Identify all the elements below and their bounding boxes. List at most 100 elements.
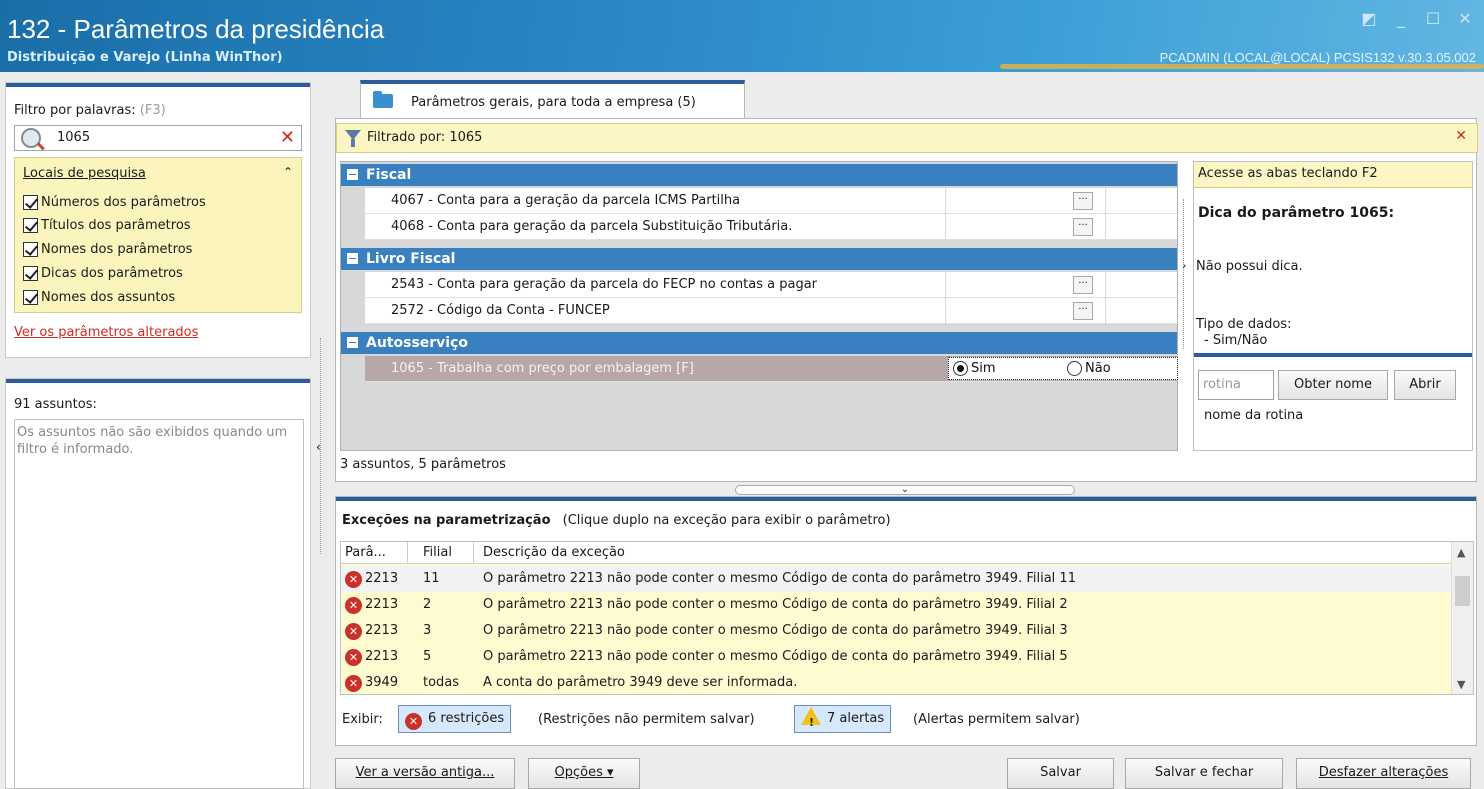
checkbox-dicas[interactable]: Dicas dos parâmetros — [23, 263, 183, 283]
ellipsis-button[interactable]: ··· — [1073, 192, 1093, 210]
table-row[interactable]: ✕ 2213 11 O parâmetro 2213 não pode cont… — [341, 566, 1451, 592]
filter-status-bar: Filtrado por: 1065 ✕ — [336, 123, 1478, 153]
table-row[interactable]: ✕ 2213 3 O parâmetro 2213 não pode conte… — [341, 618, 1451, 644]
search-value: 1065 — [57, 130, 91, 145]
group-name: Fiscal — [366, 167, 412, 183]
param-row[interactable]: 2543 - Conta para geração da parcela do … — [365, 272, 1177, 298]
chevron-down-icon[interactable]: ⌄ — [901, 484, 909, 495]
side-splitter[interactable] — [1183, 199, 1184, 349]
grid-summary: 3 assuntos, 5 parâmetros — [340, 457, 506, 472]
ellipsis-button[interactable]: ··· — [1073, 302, 1093, 320]
exceptions-header: Exceções na parametrização (Clique duplo… — [342, 513, 891, 528]
alertas-button[interactable]: 7 alertas — [794, 705, 892, 736]
collapse-group-icon[interactable] — [347, 337, 358, 348]
checkbox-numeros[interactable]: Números dos parâmetros — [23, 192, 206, 212]
obter-nome-button[interactable]: Obter nome — [1278, 370, 1388, 400]
table-row[interactable]: ✕ 3949 todas A conta do parâmetro 3949 d… — [341, 670, 1451, 694]
ellipsis-button[interactable]: ··· — [1073, 218, 1093, 236]
clear-filter-icon[interactable]: ✕ — [1455, 128, 1467, 144]
undo-changes-button[interactable]: Desfazer alterações — [1296, 758, 1471, 789]
restricoes-label: 6 restrições — [428, 711, 505, 726]
minimize-icon[interactable]: _ — [1392, 10, 1410, 28]
horizontal-splitter[interactable]: ⌄ — [735, 485, 1075, 495]
collapse-icon[interactable]: ⌃ — [283, 165, 293, 179]
column-divider — [407, 542, 408, 564]
checkbox-icon[interactable] — [23, 289, 38, 305]
search-input[interactable]: 1065 ✕ — [14, 125, 302, 151]
old-version-button[interactable]: Ver a versão antiga... — [335, 758, 515, 789]
param-row[interactable]: 4067 - Conta para a geração da parcela I… — [365, 188, 1177, 214]
checkbox-assuntos[interactable]: Nomes dos assuntos — [23, 287, 175, 307]
funnel-icon — [345, 130, 361, 147]
collapse-group-icon[interactable] — [347, 253, 358, 264]
close-icon[interactable]: ✕ — [1456, 10, 1474, 28]
radio-checked-icon[interactable] — [953, 361, 968, 376]
table-row[interactable]: ✕ 2213 2 O parâmetro 2213 não pode conte… — [341, 592, 1451, 618]
maximize-icon[interactable]: ☐ — [1424, 10, 1442, 28]
panel-accent-bar — [1194, 353, 1472, 357]
window-controls: ◩ _ ☐ ✕ — [1360, 10, 1474, 28]
error-icon: ✕ — [345, 649, 362, 666]
changed-params-link[interactable]: Ver os parâmetros alterados — [14, 325, 198, 340]
param-row[interactable]: 4068 - Conta para geração da parcela Sub… — [365, 214, 1177, 240]
exceptions-table: Parâ... Filial Descrição da exceção ✕ 22… — [340, 541, 1474, 695]
panel-accent-bar — [6, 83, 310, 87]
radio-unchecked-icon[interactable] — [1067, 361, 1082, 376]
exibir-label: Exibir: — [342, 712, 383, 727]
filter-panel: Filtro por palavras: (F3) 1065 ✕ Locais … — [5, 82, 311, 358]
column-header[interactable]: Parâ... — [345, 545, 386, 560]
clear-search-icon[interactable]: ✕ — [280, 127, 295, 148]
abrir-button[interactable]: Abrir — [1394, 370, 1456, 400]
param-label: 4068 - Conta para geração da parcela Sub… — [391, 219, 793, 234]
collapse-left-icon[interactable]: ‹ — [316, 440, 321, 454]
param-label: 4067 - Conta para a geração da parcela I… — [391, 193, 741, 208]
radio-label: Não — [1085, 361, 1111, 376]
group-fiscal[interactable]: Fiscal — [341, 164, 1177, 186]
ellipsis-button[interactable]: ··· — [1073, 276, 1093, 294]
checkbox-icon[interactable] — [23, 241, 38, 257]
group-autosservico[interactable]: Autosserviço — [341, 332, 1177, 354]
tab-parametros-gerais[interactable]: Parâmetros gerais, para toda a empresa (… — [360, 80, 745, 120]
checkbox-icon[interactable] — [23, 217, 38, 233]
column-divider — [1105, 214, 1106, 240]
tip-text: Não possui dica. — [1196, 259, 1303, 274]
checkbox-icon[interactable] — [23, 265, 38, 281]
vertical-scrollbar[interactable]: ▲ ▼ — [1451, 542, 1473, 694]
checkbox-titulos[interactable]: Títulos dos parâmetros — [23, 215, 191, 235]
group-name: Autosserviço — [366, 335, 469, 351]
parameters-content: Filtrado por: 1065 ✕ Fiscal 4067 - Conta… — [335, 118, 1478, 482]
checkbox-icon[interactable] — [23, 194, 38, 210]
scroll-thumb[interactable] — [1455, 576, 1470, 606]
save-close-button[interactable]: Salvar e fechar — [1125, 758, 1283, 789]
table-row[interactable]: ✕ 2213 5 O parâmetro 2213 não pode conte… — [341, 644, 1451, 670]
error-icon: ✕ — [345, 571, 362, 588]
column-header[interactable]: Filial — [423, 545, 452, 560]
param-row[interactable]: 2572 - Código da Conta - FUNCEP ··· — [365, 298, 1177, 324]
scroll-down-icon[interactable]: ▼ — [1457, 678, 1465, 691]
folder-icon — [373, 91, 393, 108]
table-header: Parâ... Filial Descrição da exceção — [341, 542, 1451, 564]
rotina-input[interactable]: rotina — [1198, 370, 1274, 400]
param-row-selected[interactable]: 1065 - Trabalha com preço por embalagem … — [365, 356, 1178, 382]
save-button[interactable]: Salvar — [1007, 758, 1114, 789]
search-icon — [21, 128, 41, 148]
options-button[interactable]: Opções ▾ — [528, 758, 640, 789]
collapse-group-icon[interactable] — [347, 169, 358, 180]
radio-nao[interactable]: Não — [1067, 361, 1111, 376]
cell-filial: todas — [423, 675, 460, 690]
checkbox-label: Títulos dos parâmetros — [41, 217, 191, 233]
checkbox-label: Dicas dos parâmetros — [41, 265, 183, 281]
error-icon: ✕ — [345, 623, 362, 640]
filter-shortcut: (F3) — [139, 103, 166, 118]
checkbox-nomes[interactable]: Nomes dos parâmetros — [23, 239, 192, 259]
assuntos-list[interactable]: Os assuntos não são exibidos quando um f… — [14, 419, 304, 789]
search-locations-title: Locais de pesquisa — [23, 166, 146, 181]
restore-icon[interactable]: ◩ — [1360, 10, 1378, 28]
scroll-up-icon[interactable]: ▲ — [1457, 546, 1465, 559]
column-divider — [473, 542, 474, 564]
radio-sim[interactable]: Sim — [953, 361, 996, 376]
column-header[interactable]: Descrição da exceção — [483, 545, 625, 560]
window-subtitle: Distribuição e Varejo (Linha WinThor) — [7, 50, 283, 65]
restricoes-button[interactable]: ✕ 6 restrições — [398, 705, 512, 733]
group-livro-fiscal[interactable]: Livro Fiscal — [341, 248, 1177, 270]
